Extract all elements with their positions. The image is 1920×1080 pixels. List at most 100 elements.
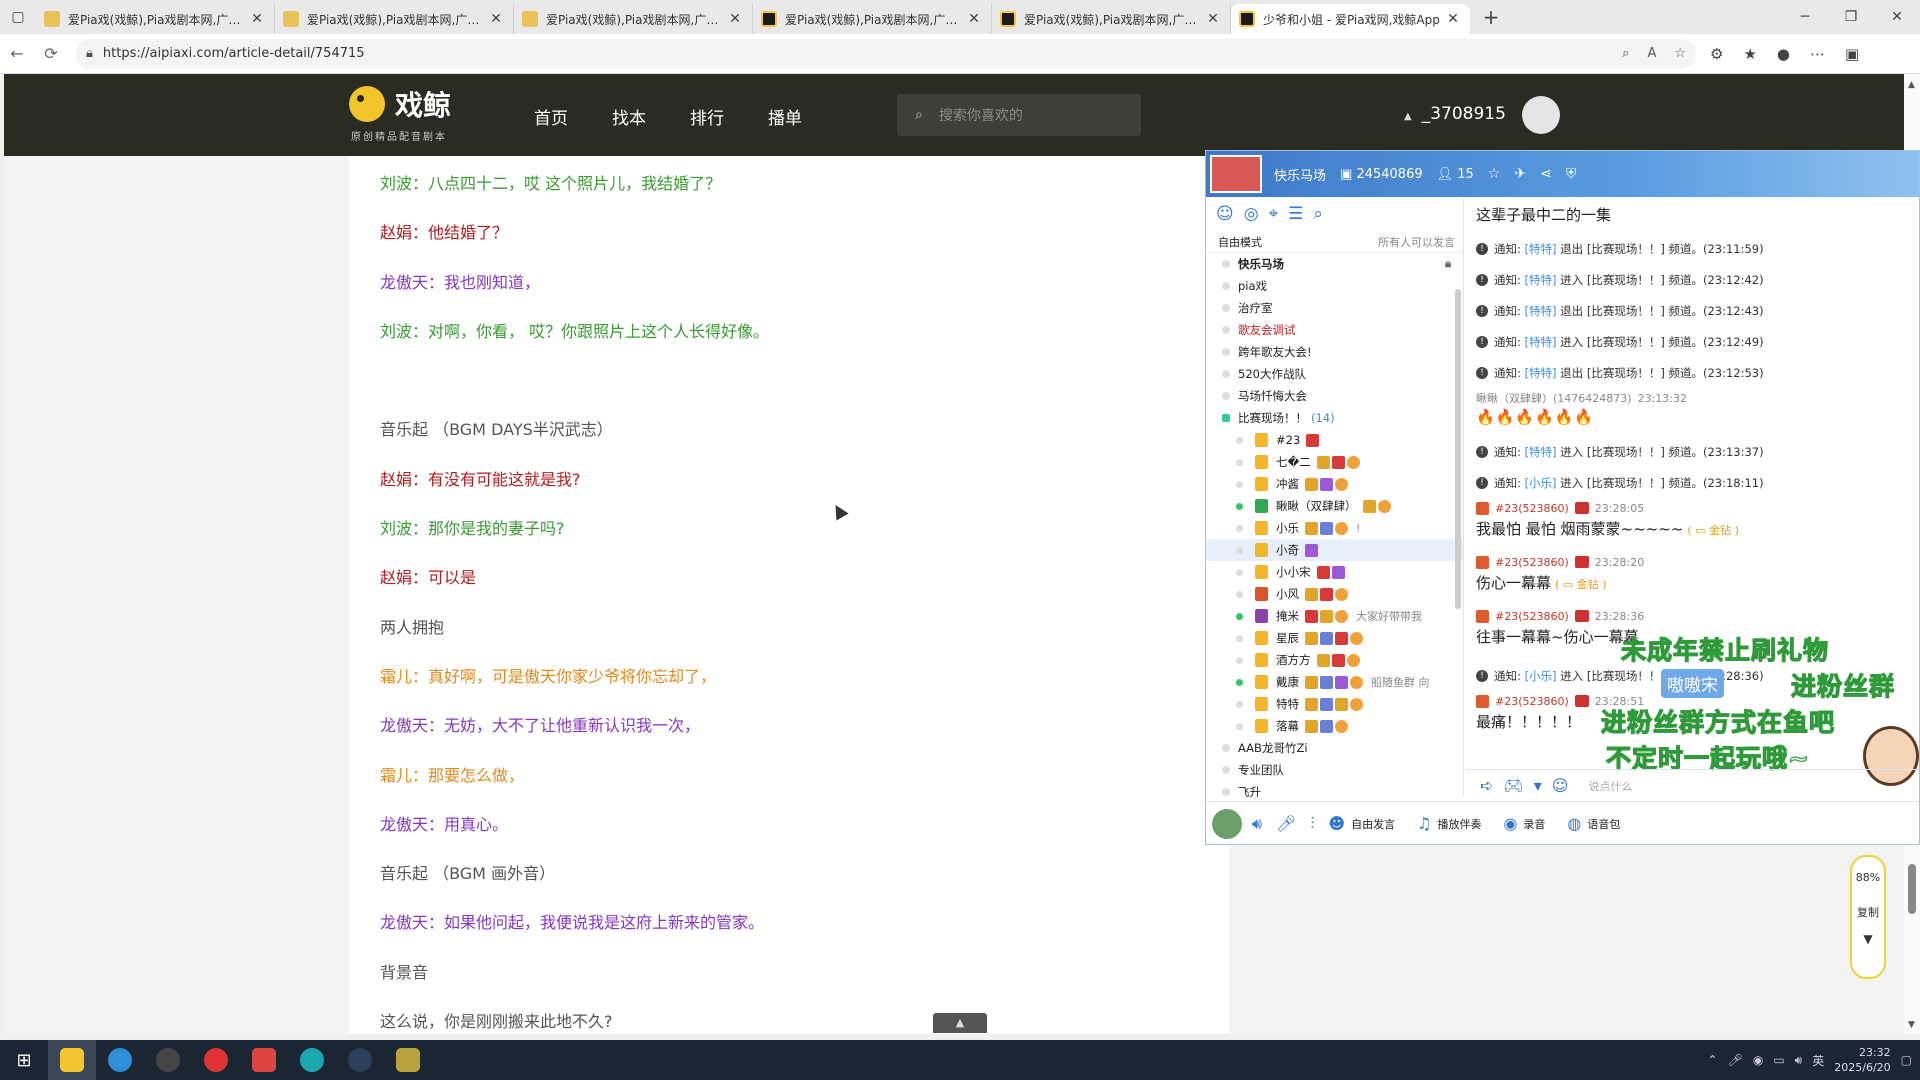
restore-icon[interactable]: ❐ xyxy=(1828,0,1874,34)
new-tab-button[interactable]: + xyxy=(1476,5,1506,29)
member-item[interactable]: 小小宋 xyxy=(1206,561,1463,583)
profile-icon[interactable]: ● xyxy=(1777,45,1790,63)
channel-item[interactable]: 治疗室 xyxy=(1206,297,1463,319)
close-tab-icon[interactable]: ✕ xyxy=(1444,11,1462,27)
message-user[interactable]: #23(523860) xyxy=(1495,556,1569,569)
play-accompany-button[interactable]: ♫ 播放伴奏 xyxy=(1417,814,1481,833)
notification-icon[interactable]: ▢ xyxy=(1901,1053,1912,1067)
favorite-star-icon[interactable]: ☆ xyxy=(1674,46,1686,61)
nav-find-script[interactable]: 找本 xyxy=(612,104,646,129)
avatar[interactable] xyxy=(1522,96,1560,134)
taskbar-app-qq[interactable] xyxy=(48,1040,96,1080)
member-item[interactable]: 酒方方 xyxy=(1206,649,1463,671)
browser-tab[interactable]: 爱Pia戏(戏鲸),Pia戏剧本网,广播剧 ✕ xyxy=(514,4,753,34)
user-icon[interactable]: ☺ xyxy=(1216,204,1234,224)
microphone-icon[interactable]: 🎤︎ xyxy=(1276,814,1296,833)
taskbar-app-edge[interactable] xyxy=(96,1040,144,1080)
message-user[interactable]: #23(523860) xyxy=(1495,695,1569,708)
ime-icon[interactable]: 英 xyxy=(1812,1052,1824,1069)
taskbar-app-netease[interactable] xyxy=(192,1040,240,1080)
member-item[interactable]: 戴康 船随鱼群 向 xyxy=(1206,671,1463,693)
channel-scrollbar[interactable] xyxy=(1455,289,1461,609)
clock[interactable]: 23:32 2025/6/20 xyxy=(1834,1045,1890,1075)
channel-item[interactable]: 飞升 xyxy=(1206,781,1463,803)
share-icon[interactable]: ⋖ xyxy=(1540,166,1552,182)
share-plane-icon[interactable]: ✈ xyxy=(1514,166,1526,182)
activity-icon[interactable]: ◎ xyxy=(1244,204,1259,224)
close-tab-icon[interactable]: ✕ xyxy=(1204,11,1222,27)
search-icon[interactable]: ⌕ xyxy=(1313,204,1323,224)
nav-home[interactable]: 首页 xyxy=(534,104,568,129)
shield-icon[interactable]: ⛨ xyxy=(1566,166,1577,182)
browser-tab[interactable]: 少爷和小姐 - 爱Pia戏网,戏鲸App ✕ xyxy=(1231,4,1470,34)
copy-button[interactable]: 复制 xyxy=(1852,904,1884,920)
url-field[interactable]: 🔒︎ https://aipiaxi.com/article-detail/75… xyxy=(76,38,1696,69)
member-item[interactable]: 落幕 xyxy=(1206,715,1463,737)
close-tab-icon[interactable]: ✕ xyxy=(487,11,505,27)
taskbar-app-game[interactable] xyxy=(384,1040,432,1080)
member-item[interactable]: 小奇 xyxy=(1206,539,1463,561)
minimize-icon[interactable]: ─ xyxy=(1782,0,1828,34)
nav-ranking[interactable]: 排行 xyxy=(690,104,724,129)
member-item[interactable]: 七�二 xyxy=(1206,451,1463,473)
member-item[interactable]: 星辰 xyxy=(1206,627,1463,649)
favorites-icon[interactable]: ★ xyxy=(1743,45,1756,63)
taskbar-app-tool[interactable] xyxy=(144,1040,192,1080)
chevron-down-icon[interactable]: ▾ xyxy=(1534,776,1542,795)
mic-tray-icon[interactable]: 🎤︎ xyxy=(1728,1053,1743,1067)
volume-icon[interactable]: 🔊︎ xyxy=(1795,1053,1803,1068)
record-button[interactable]: ◉ 录音 xyxy=(1503,814,1545,833)
message-input[interactable]: 说点什么 xyxy=(1588,778,1632,794)
message-user[interactable]: #23(523860) xyxy=(1495,610,1569,623)
mixer-icon[interactable]: ⫶ xyxy=(1310,814,1314,834)
refresh-icon[interactable]: ⟳ xyxy=(34,44,68,63)
sidebar-icon[interactable]: ▣ xyxy=(1845,45,1859,63)
list-icon[interactable]: ☰ xyxy=(1288,204,1303,224)
channel-item[interactable]: 专业团队 xyxy=(1206,759,1463,781)
extensions-icon[interactable]: ⚙ xyxy=(1710,45,1723,63)
tab-actions-icon[interactable]: ▢ xyxy=(0,0,36,34)
channel-item[interactable]: AAB龙哥竹Zi xyxy=(1206,737,1463,759)
voice-pack-button[interactable]: ◍ 语音包 xyxy=(1567,814,1620,833)
nav-playlist[interactable]: 播单 xyxy=(768,104,802,129)
taskbar-app-steam[interactable] xyxy=(336,1040,384,1080)
close-window-icon[interactable]: ✕ xyxy=(1874,0,1920,34)
member-item[interactable]: 瞅瞅（双肆肆） xyxy=(1206,495,1463,517)
read-aloud-icon[interactable]: A xyxy=(1647,46,1656,61)
member-item[interactable]: #23 xyxy=(1206,429,1463,451)
channel-item[interactable]: pia戏 xyxy=(1206,275,1463,297)
message-user[interactable]: 瞅瞅（双肆肆）(1476424873) xyxy=(1476,390,1632,406)
scroll-up-icon[interactable]: ▲ xyxy=(1908,80,1915,90)
search-input[interactable]: ⌕ 搜索你喜欢的 xyxy=(897,94,1141,136)
member-item[interactable]: 特特 xyxy=(1206,693,1463,715)
windows-start-icon[interactable]: ⊞ xyxy=(0,1040,48,1080)
scroll-top-button[interactable]: ▲ xyxy=(933,1013,987,1033)
steam-tray-icon[interactable]: ◉ xyxy=(1753,1053,1763,1067)
browser-tab[interactable]: 爱Pia戏(戏鲸),Pia戏剧本网,广播剧 ✕ xyxy=(36,4,275,34)
self-avatar[interactable] xyxy=(1212,808,1242,839)
favorite-room-icon[interactable]: ☆ xyxy=(1488,166,1501,182)
more-menu-icon[interactable]: ⋯ xyxy=(1810,45,1825,63)
channel-item[interactable]: 520大作战队 xyxy=(1206,363,1463,385)
location-icon[interactable]: ⌖ xyxy=(1269,204,1279,224)
free-speak-button[interactable]: ☻ 自由发言 xyxy=(1328,814,1395,833)
message-user[interactable]: #23(523860) xyxy=(1495,502,1569,515)
browser-tab[interactable]: 爱Pia戏(戏鲸),Pia戏剧本网,广播剧 ✕ xyxy=(275,4,514,34)
taskbar-app-teal[interactable] xyxy=(288,1040,336,1080)
close-tab-icon[interactable]: ✕ xyxy=(965,11,983,27)
member-item[interactable]: 掩米 大家好带带我 xyxy=(1206,605,1463,627)
send-icon[interactable]: ➪ xyxy=(1480,776,1493,795)
member-item[interactable]: 冲酱 xyxy=(1206,473,1463,495)
scrollbar-thumb[interactable] xyxy=(1908,864,1916,914)
emoji-icon[interactable]: ☺ xyxy=(1552,776,1569,795)
member-item[interactable]: 小风 xyxy=(1206,583,1463,605)
taskbar-app-red[interactable] xyxy=(240,1040,288,1080)
browser-tab[interactable]: 爱Pia戏(戏鲸),Pia戏剧本网,广播剧 ✕ xyxy=(992,4,1231,34)
channel-item[interactable]: 歌友会调试 xyxy=(1206,319,1463,341)
close-tab-icon[interactable]: ✕ xyxy=(248,11,266,27)
network-icon[interactable]: ▭ xyxy=(1773,1053,1784,1067)
gamepad-icon[interactable]: 🎮︎ xyxy=(1503,776,1523,795)
close-tab-icon[interactable]: ✕ xyxy=(726,11,744,27)
chevron-down-icon[interactable]: ▼ xyxy=(1852,932,1884,946)
chevron-up-icon[interactable]: ⌃ xyxy=(1708,1053,1718,1067)
